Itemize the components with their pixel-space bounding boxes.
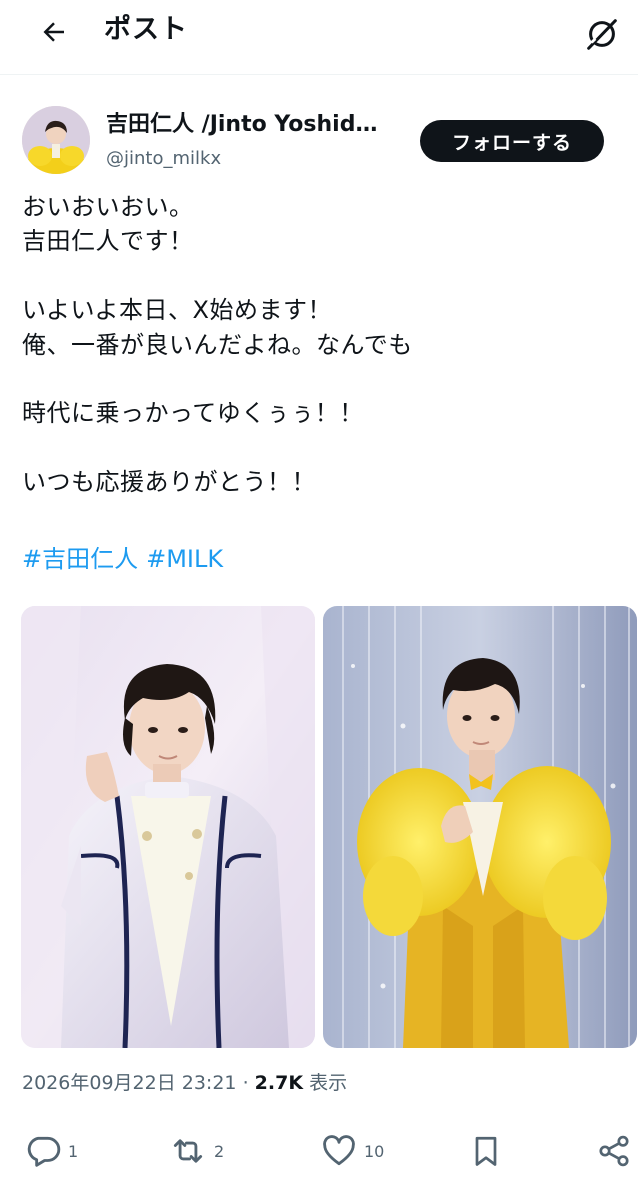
repost-icon (173, 1139, 203, 1163)
hashtag-link[interactable]: #MILK (146, 545, 223, 573)
post-photo-yellow-outfit[interactable] (323, 606, 637, 1048)
media-grid (21, 606, 637, 1048)
header-divider (0, 74, 638, 75)
action-bar: 1 2 10 (0, 1126, 638, 1176)
avatar[interactable] (22, 106, 90, 174)
grok-icon (587, 19, 617, 50)
hashtags: #吉田仁人 #MILK (22, 542, 231, 576)
share-button[interactable] (596, 1126, 632, 1176)
bookmark-button[interactable] (468, 1126, 504, 1176)
heart-icon (323, 1135, 355, 1166)
reply-button[interactable]: 1 (24, 1126, 78, 1176)
top-bar: ポスト (0, 0, 638, 64)
page-title: ポスト (104, 14, 188, 45)
reply-count: 1 (68, 1141, 79, 1161)
follow-button[interactable]: フォローする (420, 120, 604, 162)
views-count: 2.7K (254, 1072, 304, 1094)
post-text: おいおいおい。 吉田仁人です！ いよいよ本日、X始めます！ 俺、一番が良いんだよ… (22, 193, 413, 497)
repost-count: 2 (214, 1141, 225, 1161)
views-label: 表示 (309, 1072, 348, 1094)
back-button[interactable] (34, 12, 74, 52)
post-timestamp[interactable]: 2026年09月22日 23:21 (22, 1072, 237, 1094)
bookmark-icon (475, 1136, 497, 1166)
user-handle[interactable]: @jinto_milkx (106, 146, 221, 172)
meta-separator: · (242, 1072, 249, 1094)
like-count: 10 (364, 1141, 385, 1161)
arrow-left-icon (43, 22, 64, 42)
post-timestamp-line: 2026年09月22日 23:21 · 2.7K 表示 (22, 1068, 347, 1098)
hashtag-link[interactable]: #吉田仁人 (22, 545, 138, 573)
reply-icon (27, 1136, 61, 1167)
post-photo-white-outfit[interactable] (21, 606, 315, 1048)
like-button[interactable]: 10 (320, 1126, 384, 1176)
grok-button[interactable] (580, 12, 624, 56)
display-name[interactable]: 吉田仁人 /Jinto Yoshid… (106, 110, 377, 140)
repost-button[interactable]: 2 (168, 1126, 224, 1176)
share-icon (599, 1135, 629, 1167)
